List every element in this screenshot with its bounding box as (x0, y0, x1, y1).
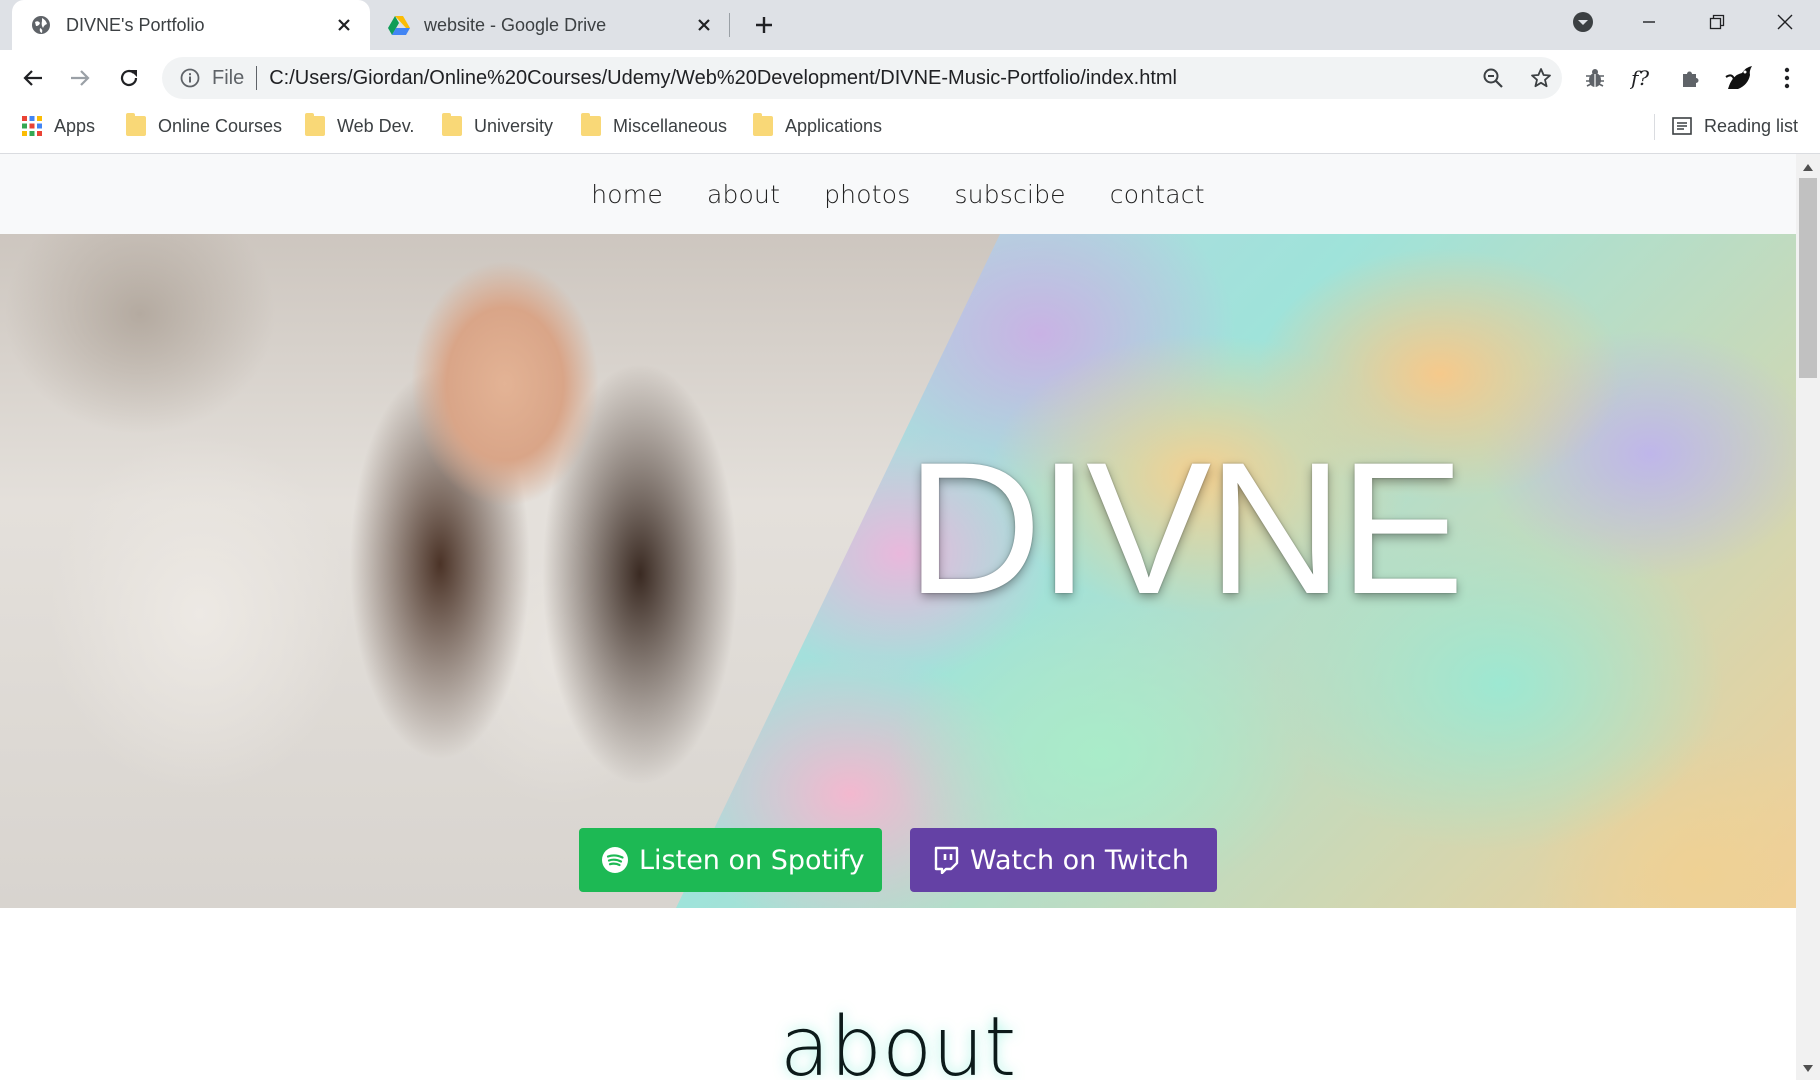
nav-link-photos[interactable]: photos (824, 180, 910, 209)
zoom-icon[interactable] (1476, 61, 1510, 95)
bookmark-miscellaneous[interactable]: Miscellaneous (581, 106, 727, 146)
bookmark-star-icon[interactable] (1524, 61, 1558, 95)
folder-icon (442, 113, 462, 136)
folder-icon (305, 113, 325, 136)
nav-link-home[interactable]: home (591, 180, 663, 209)
chevron-down-circle-icon (1573, 12, 1593, 32)
spotify-button-label: Listen on Spotify (639, 844, 865, 876)
tab-title: DIVNE's Portfolio (66, 14, 205, 35)
bookmark-web-dev[interactable]: Web Dev. (305, 106, 414, 146)
address-bar[interactable]: File C:/Users/Giordan/Online%20Courses/U… (162, 57, 1562, 99)
reload-icon (120, 69, 138, 87)
close-icon (1777, 14, 1793, 30)
tab-divne-portfolio[interactable]: DIVNE's Portfolio (12, 0, 370, 50)
reading-list-button[interactable]: Reading list (1672, 106, 1798, 146)
bookmark-applications[interactable]: Applications (753, 106, 882, 146)
google-drive-icon (388, 14, 410, 36)
restore-button[interactable] (1690, 0, 1744, 44)
site-navbar: home about photos subscibe contact (0, 154, 1796, 234)
font-extension-icon[interactable]: f? (1626, 61, 1660, 95)
hero-section: DIVNE (0, 234, 1796, 908)
minimize-button[interactable] (1622, 0, 1676, 44)
svg-text:f?: f? (1630, 66, 1649, 90)
about-heading: about (779, 1000, 1017, 1080)
scroll-down-arrow-icon[interactable] (1801, 1062, 1815, 1076)
folder-icon (581, 113, 601, 136)
tab-title: website - Google Drive (424, 14, 607, 35)
bookmark-label: Online Courses (158, 115, 283, 136)
bookmark-online-courses[interactable]: Online Courses (126, 106, 282, 146)
artist-photo (0, 234, 1000, 908)
bookmarks-separator (1654, 114, 1655, 140)
globe-icon (30, 14, 52, 36)
bookmark-label: University (474, 115, 554, 136)
bookmark-university[interactable]: University (442, 106, 553, 146)
bookmark-label: Apps (54, 115, 96, 136)
spotify-button[interactable]: Listen on Spotify (579, 828, 882, 892)
profile-avatar[interactable] (1722, 61, 1756, 95)
arrow-right-icon (71, 70, 90, 86)
extensions-puzzle-icon[interactable] (1674, 61, 1708, 95)
tab-strip: DIVNE's Portfolio website - Google Drive (0, 0, 1820, 50)
restore-icon (1709, 14, 1725, 30)
info-icon[interactable] (178, 66, 202, 90)
twitch-icon (932, 846, 960, 874)
reload-button[interactable] (112, 61, 146, 95)
reading-list-label: Reading list (1704, 115, 1799, 136)
bookmark-label: Web Dev. (337, 115, 415, 136)
nav-link-about[interactable]: about (707, 180, 780, 209)
new-tab-button[interactable] (748, 9, 780, 41)
kebab-menu-icon (1784, 67, 1790, 89)
plus-icon (756, 17, 772, 33)
twitch-button-label: Watch on Twitch (970, 844, 1190, 876)
reading-list-icon (1672, 116, 1692, 136)
folder-icon (126, 113, 146, 136)
close-window-button[interactable] (1758, 0, 1812, 44)
hero-title: DIVNE (906, 423, 1465, 633)
browser-toolbar: File C:/Users/Giordan/Online%20Courses/U… (0, 50, 1820, 106)
folder-icon (753, 113, 773, 136)
tab-google-drive[interactable]: website - Google Drive (370, 0, 730, 50)
arrow-left-icon (23, 70, 42, 86)
scheme-label: File (212, 66, 245, 89)
browser-menu-button[interactable] (1770, 61, 1804, 95)
address-divider (256, 66, 258, 90)
close-tab-icon[interactable] (330, 11, 358, 39)
nav-link-contact[interactable]: contact (1110, 180, 1205, 209)
url-text[interactable]: C:/Users/Giordan/Online%20Courses/Udemy/… (269, 67, 1177, 90)
bug-extension-icon[interactable] (1578, 61, 1612, 95)
tab-search-button[interactable] (1556, 0, 1610, 44)
minimize-icon (1643, 21, 1655, 23)
tab-separator (729, 13, 730, 37)
apps-grid-icon (22, 116, 42, 136)
close-tab-icon[interactable] (690, 11, 718, 39)
scroll-up-arrow-icon[interactable] (1801, 160, 1815, 174)
nav-link-subscribe[interactable]: subscibe (954, 180, 1065, 209)
bookmark-label: Miscellaneous (613, 115, 728, 136)
back-button[interactable] (16, 61, 50, 95)
bookmark-apps[interactable]: Apps (22, 106, 95, 146)
page-viewport: home about photos subscibe contact DIVNE… (0, 154, 1796, 1080)
bookmarks-bar: Apps Online Courses Web Dev. University … (0, 106, 1820, 154)
forward-button[interactable] (63, 61, 97, 95)
bookmark-label: Applications (785, 115, 883, 136)
spotify-icon (601, 846, 629, 874)
twitch-button[interactable]: Watch on Twitch (910, 828, 1217, 892)
scrollbar-thumb[interactable] (1799, 178, 1817, 378)
